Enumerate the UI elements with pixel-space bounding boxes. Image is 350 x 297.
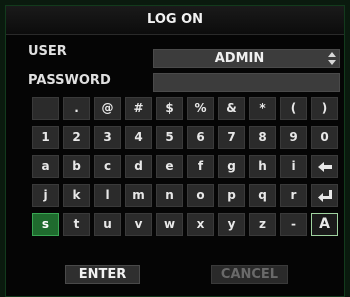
key-z[interactable]: z (249, 213, 276, 236)
key-h[interactable]: h (249, 155, 276, 178)
key-i[interactable]: i (280, 155, 307, 178)
key-s[interactable]: s (32, 213, 59, 236)
period-key[interactable]: . (63, 97, 90, 120)
key-4[interactable]: 4 (125, 126, 152, 149)
logon-dialog: LOG ON USER ADMIN PASSWORD . @ # $% & *() 1 2 3 4… (5, 5, 345, 297)
password-field[interactable] (153, 73, 340, 92)
spin-up-icon[interactable] (328, 52, 336, 57)
spin-down-icon[interactable] (328, 60, 336, 65)
right-paren-key[interactable]: ) (311, 97, 338, 120)
enter-button[interactable]: ENTER (65, 265, 140, 284)
key-f[interactable]: f (187, 155, 214, 178)
key-d[interactable]: d (125, 155, 152, 178)
enter-key[interactable] (311, 184, 338, 207)
dollar-key[interactable]: $ (156, 97, 183, 120)
key-q[interactable]: q (249, 184, 276, 207)
asterisk-key[interactable]: * (249, 97, 276, 120)
dialog-title: LOG ON (6, 6, 344, 35)
user-spinner[interactable] (327, 52, 337, 65)
at-key[interactable]: @ (94, 97, 121, 120)
password-label: PASSWORD (28, 73, 111, 88)
key-u[interactable]: u (94, 213, 121, 236)
user-label: USER (28, 44, 67, 59)
key-1[interactable]: 1 (32, 126, 59, 149)
key-k[interactable]: k (63, 184, 90, 207)
key-o[interactable]: o (187, 184, 214, 207)
cancel-button[interactable]: CANCEL (211, 265, 288, 284)
key-g[interactable]: g (218, 155, 245, 178)
key-x[interactable]: x (187, 213, 214, 236)
key-n[interactable]: n (156, 184, 183, 207)
key-6[interactable]: 6 (187, 126, 214, 149)
key-p[interactable]: p (218, 184, 245, 207)
key-7[interactable]: 7 (218, 126, 245, 149)
ampersand-key[interactable]: & (218, 97, 245, 120)
user-select[interactable]: ADMIN (153, 49, 340, 68)
dash-key[interactable]: - (280, 213, 307, 236)
caps-key[interactable]: A (311, 213, 338, 236)
key-t[interactable]: t (63, 213, 90, 236)
key-9[interactable]: 9 (280, 126, 307, 149)
key-r[interactable]: r (280, 184, 307, 207)
left-paren-key[interactable]: ( (280, 97, 307, 120)
backspace-key[interactable] (311, 155, 338, 178)
space-key[interactable] (32, 97, 59, 120)
key-m[interactable]: m (125, 184, 152, 207)
key-b[interactable]: b (63, 155, 90, 178)
key-5[interactable]: 5 (156, 126, 183, 149)
key-l[interactable]: l (94, 184, 121, 207)
key-j[interactable]: j (32, 184, 59, 207)
enter-arrow-icon (317, 190, 332, 202)
key-v[interactable]: v (125, 213, 152, 236)
key-8[interactable]: 8 (249, 126, 276, 149)
key-c[interactable]: c (94, 155, 121, 178)
key-e[interactable]: e (156, 155, 183, 178)
key-a[interactable]: a (32, 155, 59, 178)
key-w[interactable]: w (156, 213, 183, 236)
key-3[interactable]: 3 (94, 126, 121, 149)
percent-key[interactable]: % (187, 97, 214, 120)
key-2[interactable]: 2 (63, 126, 90, 149)
key-y[interactable]: y (218, 213, 245, 236)
key-0[interactable]: 0 (311, 126, 338, 149)
hash-key[interactable]: # (125, 97, 152, 120)
user-value: ADMIN (214, 51, 265, 66)
backspace-arrow-icon (317, 162, 332, 172)
